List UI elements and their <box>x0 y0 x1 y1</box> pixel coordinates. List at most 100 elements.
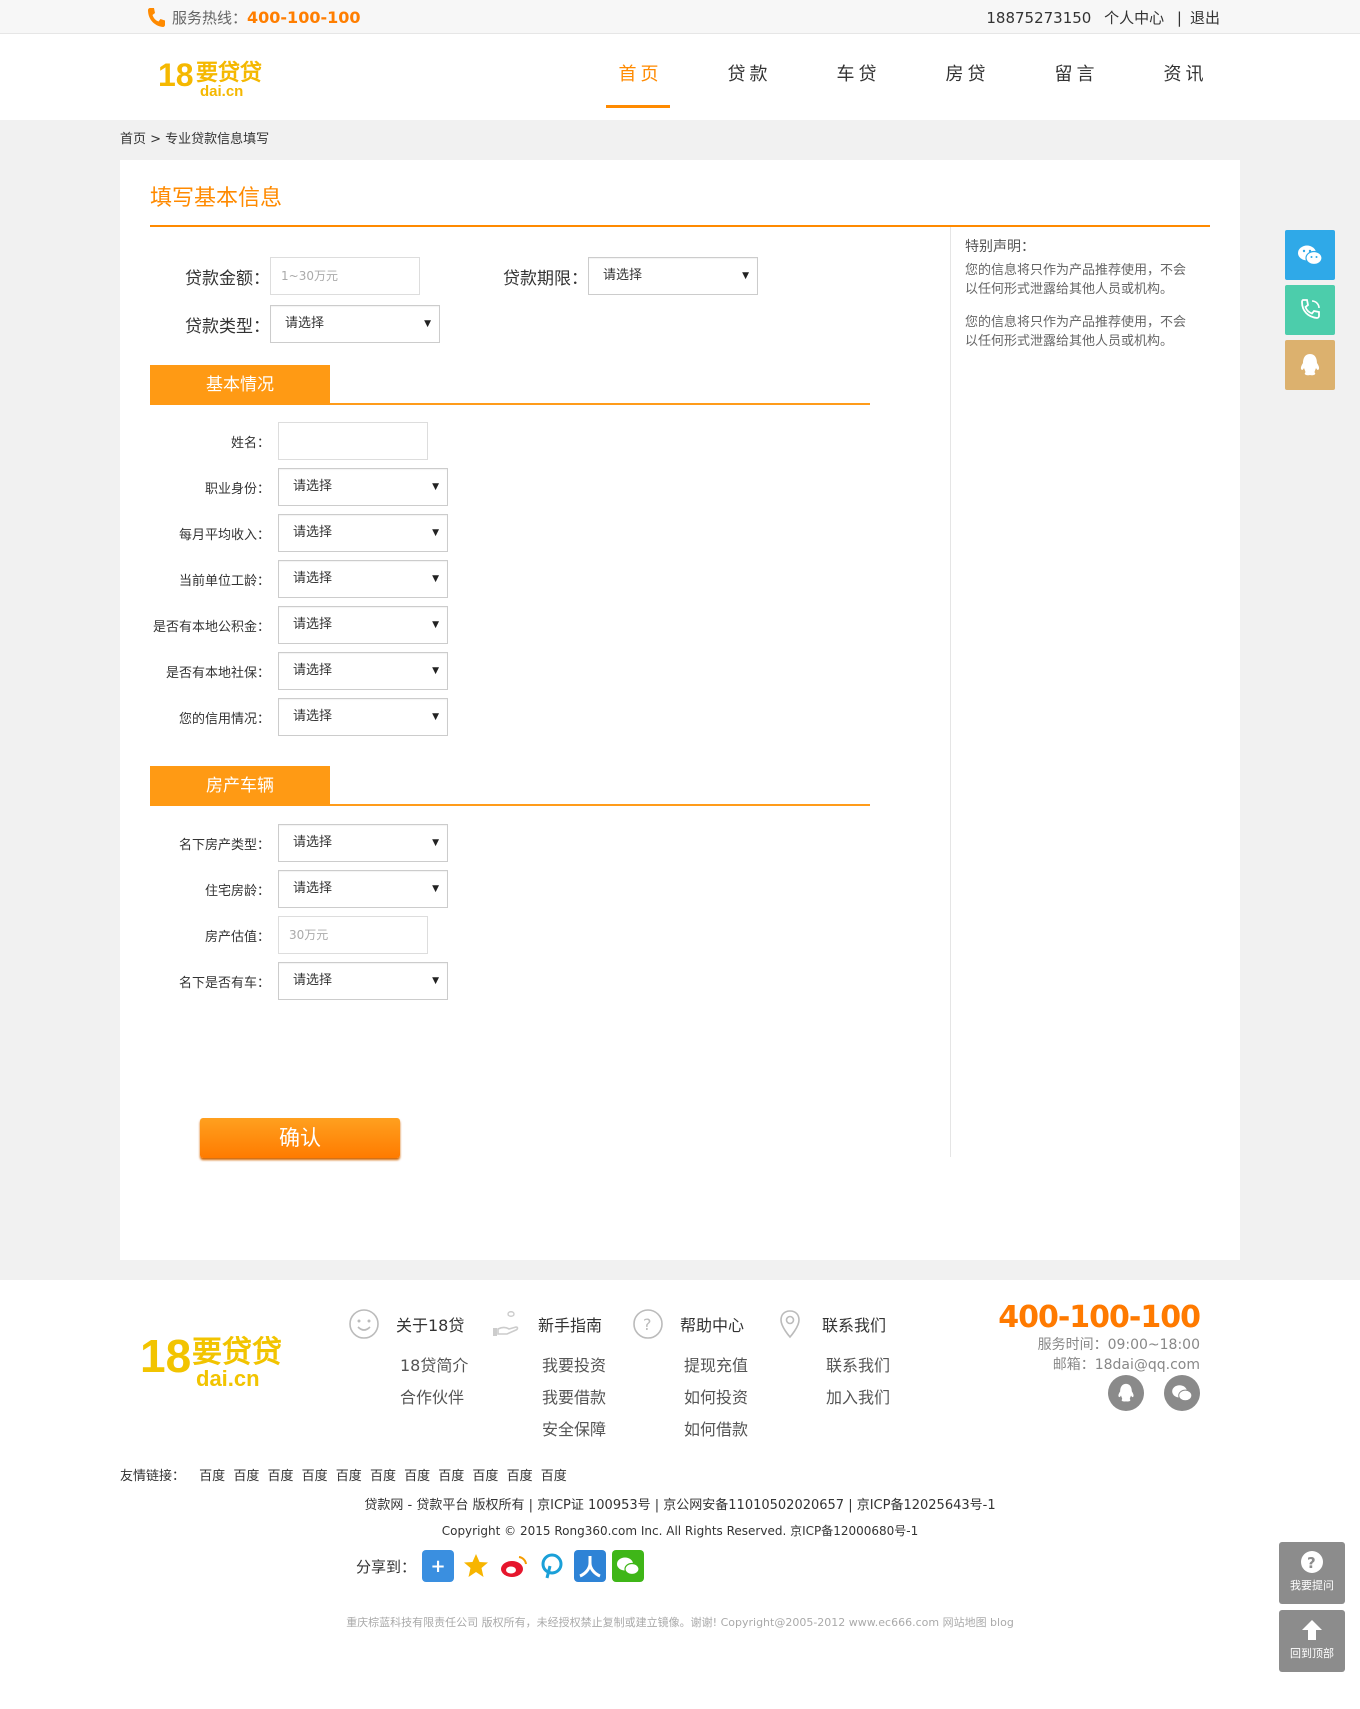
select-value: 请选择 <box>293 835 333 850</box>
logout-link[interactable]: 退出 <box>1190 9 1220 27</box>
friend-link[interactable]: 百度 <box>233 1469 259 1484</box>
share-bar: 分享到： + <box>356 1550 645 1582</box>
breadcrumb: 首页 > 专业贷款信息填写 <box>120 132 270 147</box>
select-value: 请选择 <box>293 617 333 632</box>
field-row: 是否有本地社保： 请选择 ▼ <box>150 652 448 690</box>
footer-wechat-button[interactable] <box>1164 1375 1200 1411</box>
nav-home[interactable]: 首页 <box>586 34 695 120</box>
friend-link[interactable]: 百度 <box>302 1469 328 1484</box>
chevron-down-icon: ▼ <box>432 574 439 584</box>
company-copyright: 重庆棕蓝科技有限责任公司 版权所有，未经授权禁止复制或建立镜像。谢谢! Copy… <box>346 1616 1014 1629</box>
nav-loan[interactable]: 贷款 <box>695 34 804 120</box>
qq-icon <box>1118 1383 1134 1402</box>
share-label: 分享到： <box>356 1557 417 1576</box>
footer-link[interactable]: 如何借款 <box>684 1416 748 1440</box>
user-links: 18875273150 个人中心 | 退出 <box>978 7 1220 28</box>
loan-term-row: 贷款期限： 请选择 ▼ <box>470 257 758 295</box>
friend-links: 友情链接： 百度 百度 百度 百度 百度 百度 百度 百度 百度 百度 百度 <box>120 1465 571 1484</box>
user-center-link[interactable]: 个人中心 <box>1104 9 1164 27</box>
field-row: 姓名： <box>150 422 428 460</box>
footer-col-head: 新手指南 <box>490 1308 606 1340</box>
tenure-select[interactable]: 请选择 ▼ <box>278 560 448 598</box>
footer-link[interactable]: 我要投资 <box>542 1352 606 1376</box>
footer-link[interactable]: 我要借款 <box>542 1384 606 1408</box>
float-phone-button[interactable] <box>1285 285 1335 335</box>
loan-term-value: 请选择 <box>603 268 643 283</box>
top-bar: 服务热线： 400-100-100 18875273150 个人中心 | 退出 <box>0 0 1360 34</box>
footer-link[interactable]: 联系我们 <box>826 1352 890 1376</box>
select-value: 请选择 <box>293 881 333 896</box>
back-to-top-button[interactable]: 回到顶部 <box>1279 1610 1345 1672</box>
footer-col-head: 关于18贷 <box>348 1308 468 1340</box>
user-phone[interactable]: 18875273150 <box>986 9 1091 27</box>
footer-link[interactable]: 提现充值 <box>684 1352 748 1376</box>
loan-type-row: 贷款类型： 请选择 ▼ <box>150 305 440 343</box>
share-renren-icon[interactable] <box>574 1550 607 1582</box>
section-property-header: 房产车辆 <box>150 766 870 806</box>
friend-link[interactable]: 百度 <box>370 1469 396 1484</box>
credit-select[interactable]: 请选择 ▼ <box>278 698 448 736</box>
share-plus-icon[interactable]: + <box>422 1550 455 1582</box>
friend-link[interactable]: 百度 <box>267 1469 293 1484</box>
footer-link[interactable]: 安全保障 <box>542 1416 606 1440</box>
car-select[interactable]: 请选择 ▼ <box>278 962 448 1000</box>
income-select[interactable]: 请选择 ▼ <box>278 514 448 552</box>
friend-link[interactable]: 百度 <box>472 1469 498 1484</box>
question-icon: ? <box>1301 1551 1323 1573</box>
footer-link[interactable]: 如何投资 <box>684 1384 748 1408</box>
footer-link[interactable]: 加入我们 <box>826 1384 890 1408</box>
page-title: 填写基本信息 <box>150 186 283 211</box>
loan-term-select[interactable]: 请选择 ▼ <box>588 257 758 295</box>
footer-col-help: ? 帮助中心 提现充值 如何投资 如何借款 <box>632 1308 748 1448</box>
friend-link[interactable]: 百度 <box>438 1469 464 1484</box>
share-wechat-icon[interactable] <box>612 1550 645 1582</box>
footer-qq-button[interactable] <box>1108 1375 1144 1411</box>
footer-col-head: 联系我们 <box>774 1308 890 1340</box>
nav-house-loan[interactable]: 房贷 <box>913 34 1022 120</box>
friend-link[interactable]: 百度 <box>404 1469 430 1484</box>
field-label-tenure: 当前单位工龄： <box>178 573 270 589</box>
wechat-icon <box>1298 245 1323 266</box>
footer-link[interactable]: 合作伙伴 <box>400 1384 468 1408</box>
name-input[interactable] <box>278 422 428 460</box>
chevron-down-icon: ▼ <box>742 271 749 281</box>
vertical-divider <box>950 227 951 1157</box>
note-title: 特别声明： <box>965 239 1035 255</box>
house-age-select[interactable]: 请选择 ▼ <box>278 870 448 908</box>
float-wechat-button[interactable] <box>1285 230 1335 280</box>
footer-col-title: 联系我们 <box>822 1316 887 1335</box>
share-qzone-icon[interactable] <box>460 1550 493 1582</box>
loan-amount-input[interactable]: 1~30万元 <box>270 257 420 295</box>
friend-link[interactable]: 百度 <box>541 1469 567 1484</box>
nav-car-loan[interactable]: 车贷 <box>804 34 913 120</box>
friend-link[interactable]: 百度 <box>507 1469 533 1484</box>
footer-link[interactable]: 18贷简介 <box>400 1352 468 1376</box>
ask-question-button[interactable]: ? 我要提问 <box>1279 1542 1345 1604</box>
footer-col-head: ? 帮助中心 <box>632 1308 748 1340</box>
property-type-select[interactable]: 请选择 ▼ <box>278 824 448 862</box>
chevron-down-icon: ▼ <box>432 976 439 986</box>
loan-type-select[interactable]: 请选择 ▼ <box>270 305 440 343</box>
svg-text:18: 18 <box>140 1330 191 1382</box>
friend-link[interactable]: 百度 <box>199 1469 225 1484</box>
nav-news[interactable]: 资讯 <box>1131 34 1240 120</box>
site-logo[interactable]: 18 要贷贷 dai.cn <box>158 56 290 98</box>
share-weibo-icon[interactable] <box>498 1550 531 1582</box>
social-insurance-select[interactable]: 请选择 ▼ <box>278 652 448 690</box>
field-row: 房产估值： 30万元 <box>150 916 428 954</box>
housing-fund-select[interactable]: 请选择 ▼ <box>278 606 448 644</box>
confirm-button[interactable]: 确认 <box>200 1118 400 1158</box>
chevron-down-icon: ▼ <box>432 528 439 538</box>
main-nav: 首页 贷款 车贷 房贷 留言 资讯 <box>586 34 1240 120</box>
field-label-house-age: 住宅房龄： <box>204 883 270 899</box>
nav-message[interactable]: 留言 <box>1022 34 1131 120</box>
friend-link[interactable]: 百度 <box>336 1469 362 1484</box>
footer-logo[interactable]: 18 要贷贷 dai.cn <box>140 1328 320 1390</box>
float-qq-button[interactable] <box>1285 340 1335 390</box>
footer-hotline: 400-100-100 服务时间：09:00~18:00 邮箱：18dai@qq… <box>998 1300 1201 1375</box>
share-pengyou-icon[interactable] <box>536 1550 569 1582</box>
footer-col-title: 帮助中心 <box>680 1316 745 1335</box>
occupation-select[interactable]: 请选择 ▼ <box>278 468 448 506</box>
svg-text:要贷贷: 要贷贷 <box>192 1335 282 1370</box>
valuation-input[interactable]: 30万元 <box>278 916 428 954</box>
